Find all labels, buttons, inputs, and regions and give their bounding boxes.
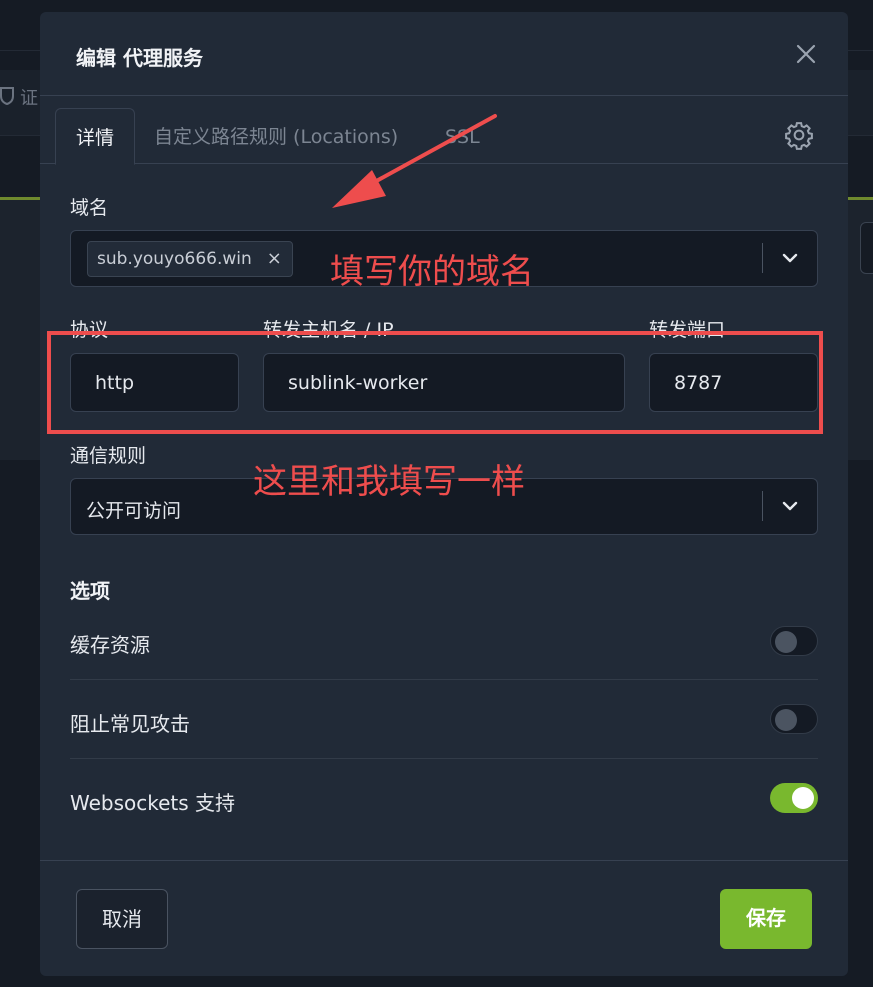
shield-icon: [0, 84, 14, 106]
toggle-knob: [775, 709, 797, 731]
background-button: [860, 222, 873, 274]
select-divider: [762, 491, 763, 521]
access-rule-value: 公开可访问: [86, 500, 182, 522]
option-label: 缓存资源: [70, 633, 150, 657]
gear-icon[interactable]: [784, 120, 814, 150]
option-label: Websockets 支持: [70, 791, 236, 815]
domain-label: 域名: [70, 197, 109, 219]
toggle-knob: [775, 631, 797, 653]
dialog-title: 编辑 代理服务: [76, 46, 203, 70]
access-rule-label: 通信规则: [70, 445, 147, 467]
chevron-down-icon[interactable]: [779, 247, 801, 269]
select-divider: [762, 243, 763, 273]
annotation-same-hint: 这里和我填写一样: [253, 462, 525, 502]
chip-remove-icon[interactable]: ×: [267, 242, 282, 276]
websockets-toggle[interactable]: [770, 783, 818, 813]
option-row-cache: 缓存资源: [70, 601, 818, 680]
save-button[interactable]: 保存: [720, 889, 812, 949]
domain-chip: sub.youyo666.win ×: [87, 241, 293, 277]
cancel-button[interactable]: 取消: [76, 889, 168, 949]
footer-divider: [40, 860, 848, 861]
option-label: 阻止常见攻击: [70, 712, 190, 736]
option-row-block-exploits: 阻止常见攻击: [70, 680, 818, 759]
tab-details[interactable]: 详情: [55, 108, 135, 165]
annotation-highlight-box: [47, 331, 823, 434]
cache-assets-toggle[interactable]: [770, 626, 818, 656]
chevron-down-icon[interactable]: [779, 495, 801, 517]
background-partial-text: 证: [20, 88, 38, 109]
domain-chip-label: sub.youyo666.win: [97, 249, 252, 269]
block-exploits-toggle[interactable]: [770, 704, 818, 734]
options-title: 选项: [70, 579, 110, 603]
toggle-knob: [792, 787, 814, 809]
close-icon[interactable]: [792, 40, 820, 68]
header-divider: [40, 95, 848, 96]
annotation-domain-hint: 填写你的域名: [330, 252, 534, 292]
option-row-websockets: Websockets 支持: [70, 759, 818, 838]
annotation-arrow: [332, 114, 497, 208]
